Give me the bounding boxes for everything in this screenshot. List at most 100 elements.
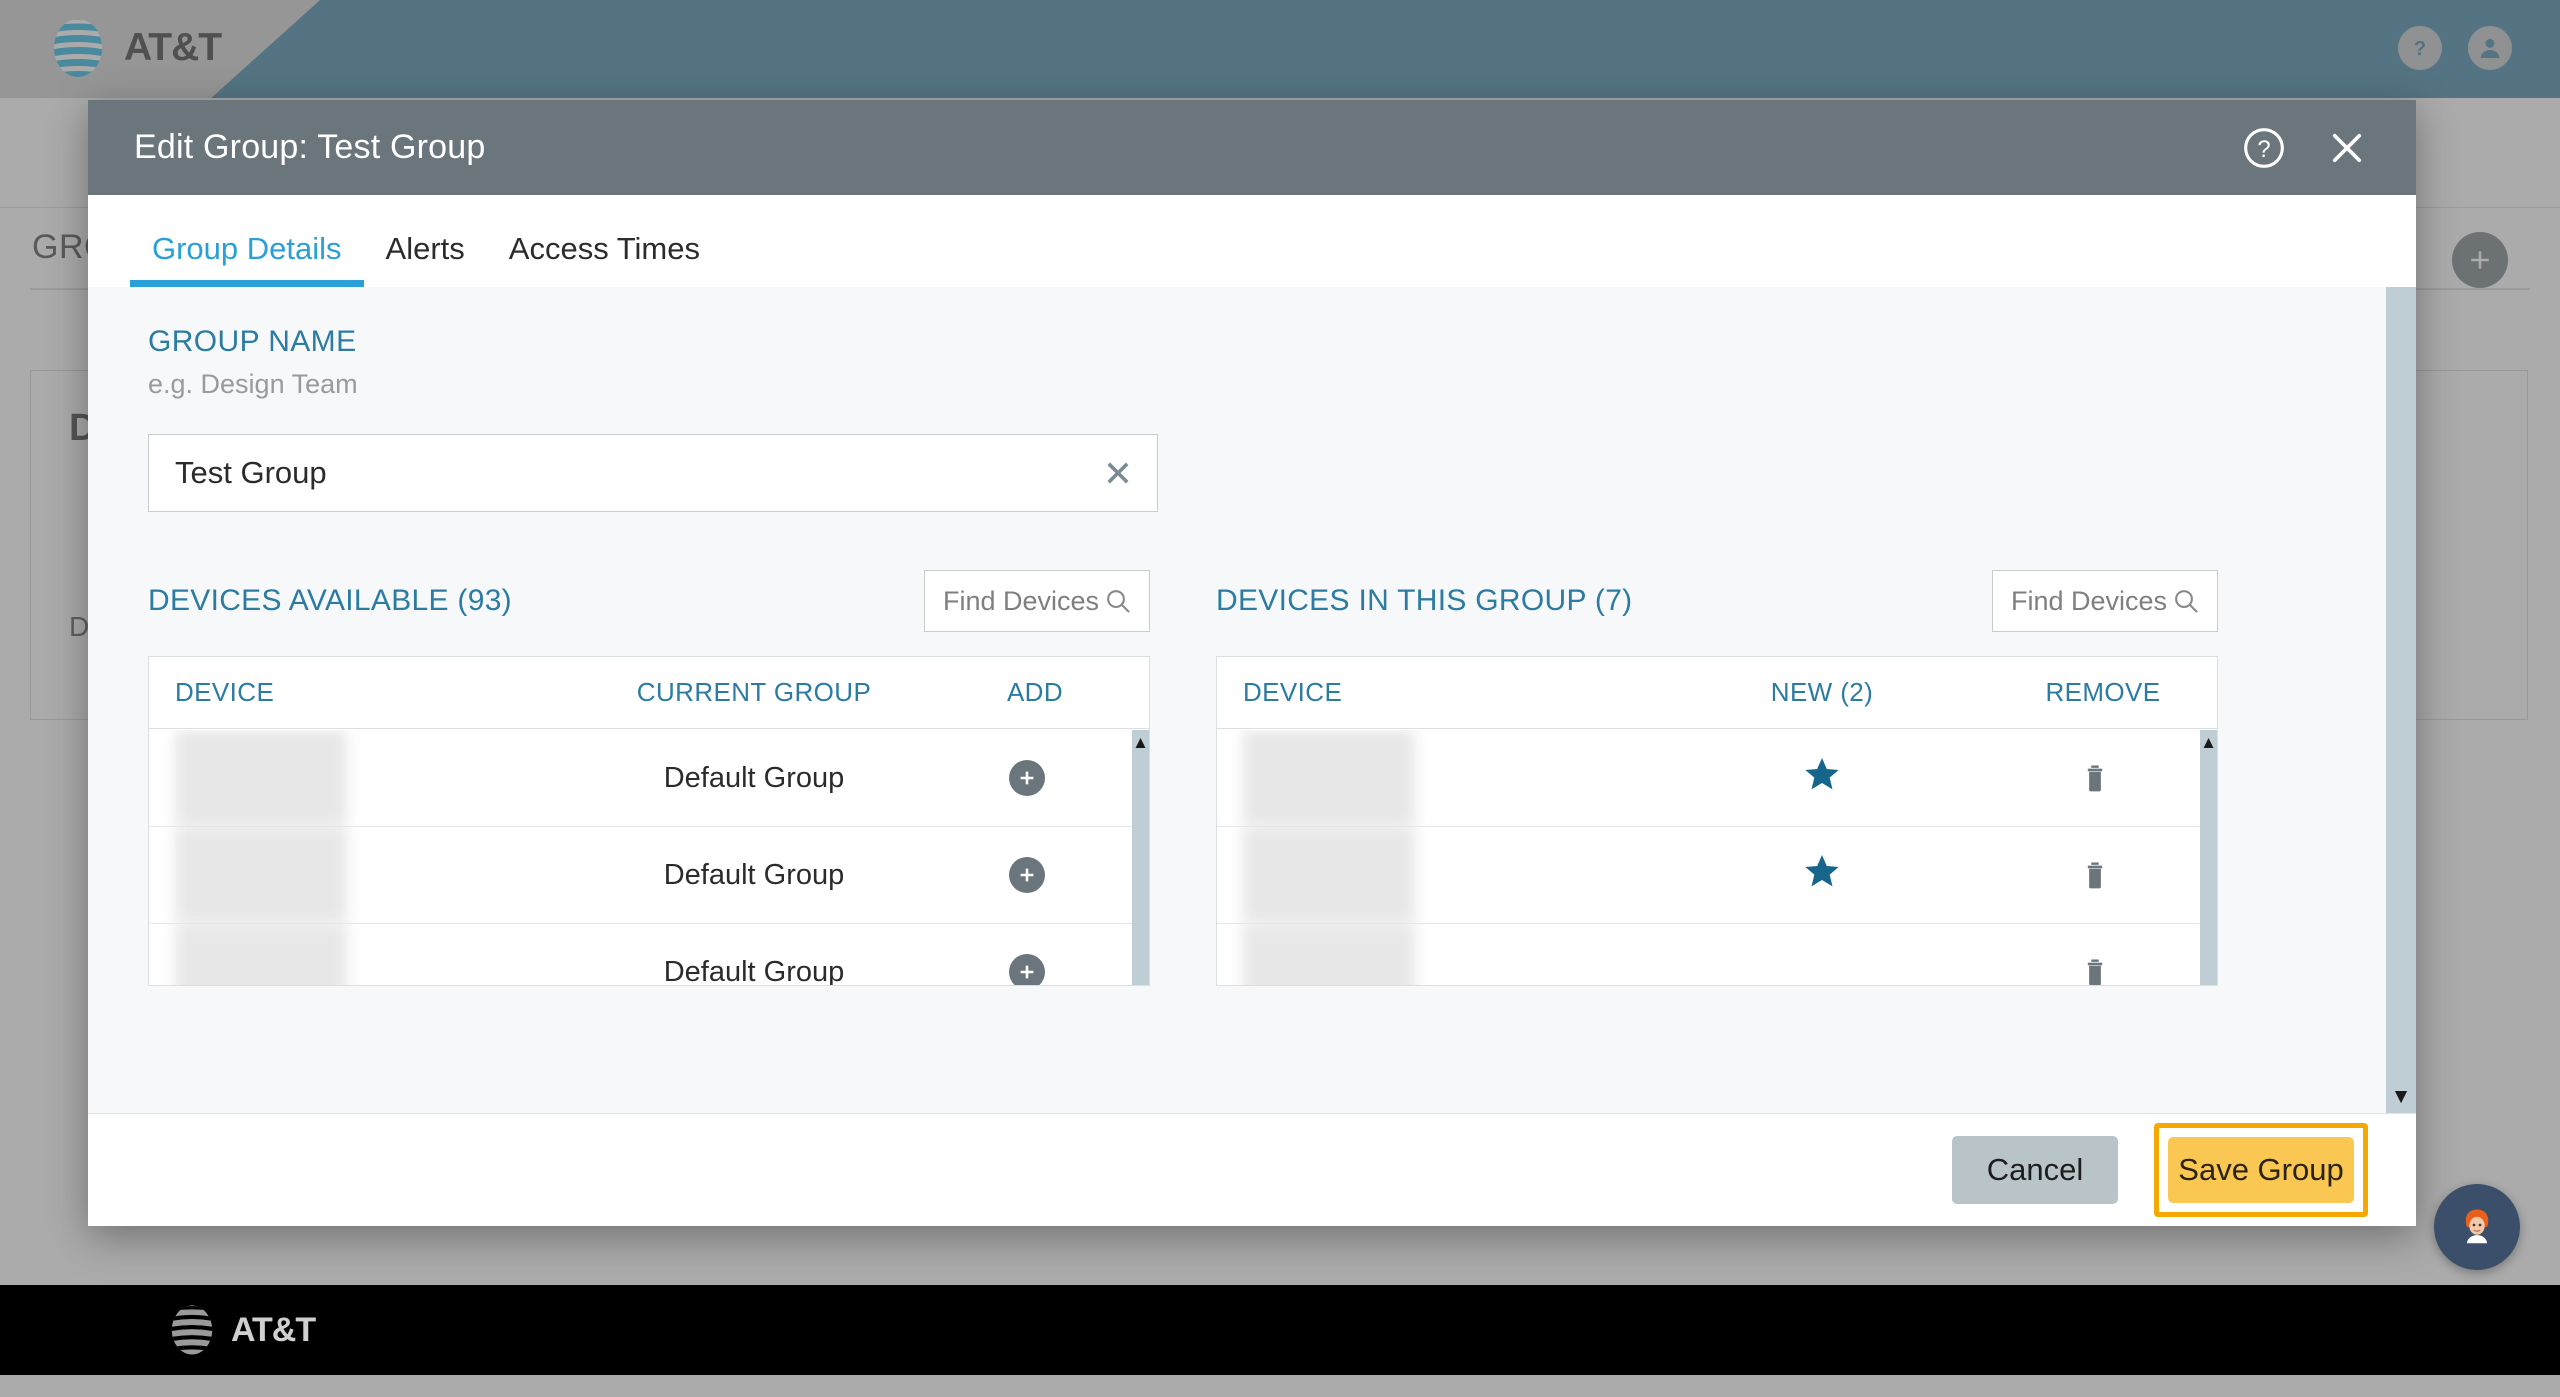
app-root: AT&T ? GROUPS [0, 0, 2560, 1397]
devices-available-search-input[interactable] [943, 585, 1101, 617]
edit-group-modal: Edit Group: Test Group ? Group Details A… [88, 100, 2416, 1226]
footer-att-wordmark-front: AT&T [231, 1310, 316, 1349]
modal-tab-bar: Group Details Alerts Access Times [88, 195, 2416, 287]
table-row[interactable]: Default Group [149, 730, 1132, 827]
plus-glyph [1020, 868, 1033, 882]
svg-text:?: ? [2257, 136, 2270, 163]
plus-glyph [1020, 965, 1033, 979]
devices-available-body: Default Group Default Group Default Grou… [149, 730, 1132, 985]
tab-group-details[interactable]: Group Details [130, 231, 364, 287]
device-name-cell [1217, 730, 1637, 826]
group-name-input[interactable] [149, 435, 1157, 511]
trash-icon[interactable] [2079, 956, 2111, 985]
current-group-cell: Default Group [663, 761, 845, 794]
remove-cell [2007, 762, 2200, 794]
clear-x-icon[interactable] [1101, 456, 1135, 490]
redacted-device-name [175, 924, 347, 985]
modal-body-content: GROUP NAME e.g. Design Team DEVICES AVAI… [88, 287, 2386, 1113]
modal-scrollbar[interactable]: ▼ [2386, 287, 2416, 1113]
chevron-up-icon[interactable]: ▲ [1132, 734, 1149, 751]
devices-available-header-row: DEVICE CURRENT GROUP ADD [149, 657, 1149, 729]
current-group-cell: Default Group [663, 858, 845, 891]
redacted-device-name [175, 730, 347, 826]
device-name-cell [149, 827, 569, 923]
tab-alerts[interactable]: Alerts [364, 231, 487, 287]
modal-title: Edit Group: Test Group [134, 128, 486, 166]
modal-header-icon-group: ? [2242, 126, 2368, 170]
page-footer-front: AT&T [0, 1285, 2560, 1375]
devices-in-group-body [1217, 730, 2200, 985]
device-panels: DEVICES AVAILABLE (93) Find Devices DEVI… [148, 568, 2326, 986]
col-header-new[interactable]: NEW (2) [1637, 677, 2007, 708]
group-name-hint: e.g. Design Team [148, 369, 358, 399]
plus-circle-icon[interactable] [1008, 954, 1045, 985]
close-icon[interactable] [2326, 127, 2368, 169]
modal-help-circle-icon[interactable]: ? [2242, 126, 2286, 170]
current-group-cell: Default Group [663, 955, 845, 986]
devices-in-group-title: DEVICES IN THIS GROUP (7) [1216, 584, 1633, 617]
devices-in-group-scrollbar[interactable]: ▲ [2200, 730, 2217, 985]
devices-available-panel: DEVICES AVAILABLE (93) Find Devices DEVI… [148, 568, 1150, 986]
search-icon [2175, 590, 2198, 613]
modal-footer: Cancel Save Group [88, 1113, 2416, 1226]
devices-in-group-panel: DEVICES IN THIS GROUP (7) Find Devices D… [1216, 568, 2218, 986]
table-row[interactable]: Default Group [149, 924, 1132, 985]
footer-att-globe-icon-front [171, 1305, 213, 1355]
devices-in-group-search-input[interactable] [2011, 585, 2169, 617]
add-cell [939, 954, 1132, 985]
save-button-highlight: Save Group [2154, 1123, 2368, 1217]
devices-available-head: DEVICES AVAILABLE (93) [148, 568, 1150, 634]
col-header-current-group[interactable]: CURRENT GROUP [569, 677, 939, 708]
footer-att-logo-front: AT&T [165, 1303, 316, 1357]
new-flag-cell [1637, 754, 2007, 802]
remove-cell [2007, 956, 2200, 985]
devices-in-group-table: DEVICE NEW (2) REMOVE ▲ [1216, 656, 2218, 986]
col-header-add[interactable]: ADD [939, 677, 1149, 708]
col-header-device-right[interactable]: DEVICE [1217, 677, 1637, 708]
redacted-device-name [1243, 924, 1415, 985]
group-name-field-wrap [148, 434, 1158, 512]
devices-available-title: DEVICES AVAILABLE (93) [148, 584, 512, 617]
search-icon [1107, 590, 1130, 613]
cancel-button[interactable]: Cancel [1952, 1136, 2118, 1204]
agent-avatar-icon [2465, 1209, 2489, 1244]
plus-glyph [1020, 771, 1033, 785]
star-icon [1805, 855, 1839, 887]
devices-available-table: DEVICE CURRENT GROUP ADD Default Group D… [148, 656, 1150, 986]
device-name-cell [1217, 924, 1637, 985]
new-flag-cell [1637, 851, 2007, 899]
plus-circle-icon[interactable] [1008, 760, 1045, 796]
device-name-cell [1217, 827, 1637, 923]
devices-in-group-header-row: DEVICE NEW (2) REMOVE [1217, 657, 2217, 729]
modal-header: Edit Group: Test Group ? [88, 100, 2416, 195]
star-icon [1805, 758, 1839, 790]
redacted-device-name [1243, 730, 1415, 826]
tab-access-times[interactable]: Access Times [487, 231, 722, 287]
remove-cell [2007, 859, 2200, 891]
devices-in-group-head: DEVICES IN THIS GROUP (7) [1216, 568, 2218, 634]
devices-available-scrollbar[interactable]: ▲ [1132, 730, 1149, 985]
add-cell [939, 760, 1132, 796]
col-header-remove[interactable]: REMOVE [2007, 677, 2217, 708]
table-row[interactable]: Default Group [149, 827, 1132, 924]
chevron-up-icon[interactable]: ▲ [2200, 734, 2217, 751]
trash-icon[interactable] [2079, 762, 2111, 794]
device-name-cell [149, 924, 569, 985]
devices-in-group-search[interactable] [1992, 570, 2218, 632]
device-name-cell [149, 730, 569, 826]
table-row[interactable] [1217, 827, 2200, 924]
plus-circle-icon[interactable] [1008, 857, 1045, 893]
redacted-device-name [175, 827, 347, 923]
table-row[interactable] [1217, 924, 2200, 985]
chat-agent-button[interactable] [2434, 1184, 2520, 1270]
devices-available-search[interactable] [924, 570, 1150, 632]
col-header-device-left[interactable]: DEVICE [149, 677, 569, 708]
table-row[interactable] [1217, 730, 2200, 827]
modal-body: GROUP NAME e.g. Design Team DEVICES AVAI… [88, 287, 2416, 1113]
group-name-label: GROUP NAME [148, 325, 357, 358]
save-group-button[interactable]: Save Group [2168, 1137, 2354, 1203]
trash-icon[interactable] [2079, 859, 2111, 891]
add-cell [939, 857, 1132, 893]
chevron-down-icon[interactable]: ▼ [2391, 1086, 2412, 1107]
redacted-device-name [1243, 827, 1415, 923]
